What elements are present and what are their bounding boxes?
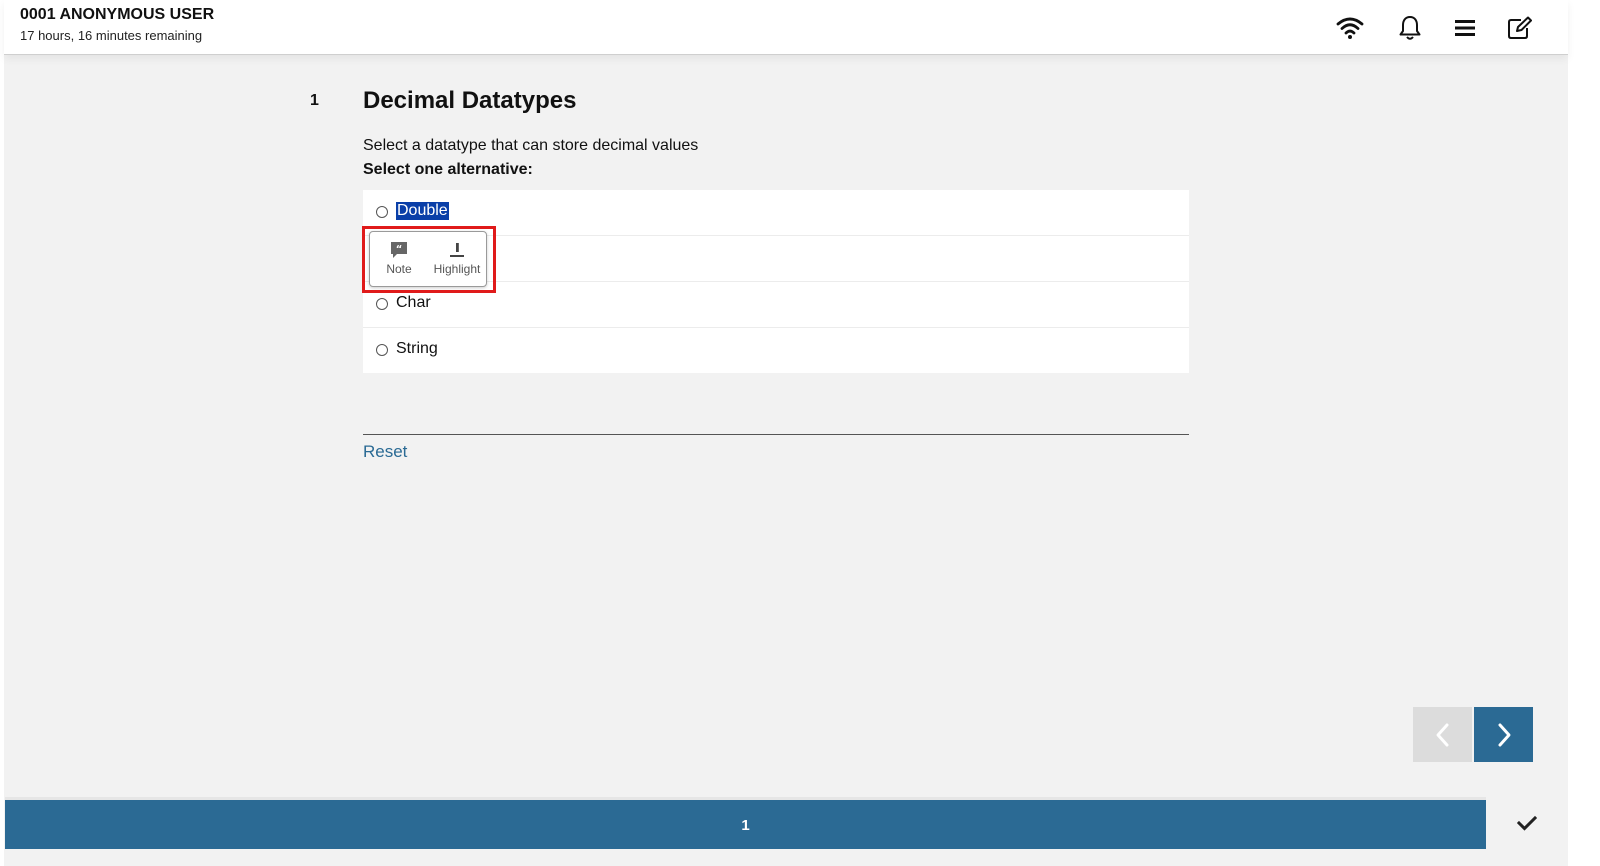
page-background [4, 0, 1568, 866]
question-navigator: 1 [5, 797, 1486, 849]
option-label: Double [396, 202, 449, 220]
question-number: 1 [310, 92, 319, 109]
edit-icon[interactable] [1504, 12, 1536, 44]
page-number-1[interactable]: 1 [5, 817, 1486, 834]
question-text: Select a datatype that can store decimal… [363, 137, 699, 154]
top-header: 0001 ANONYMOUS USER 17 hours, 16 minutes… [4, 0, 1568, 55]
option-string[interactable]: String [363, 328, 1189, 374]
radio-button[interactable] [376, 298, 388, 310]
previous-button[interactable] [1413, 707, 1472, 762]
popup-highlight-frame [362, 226, 496, 293]
next-button[interactable] [1474, 707, 1533, 762]
question-instruction: Select one alternative: [363, 161, 533, 178]
chevron-left-icon [1436, 723, 1448, 746]
chevron-right-icon [1498, 723, 1510, 746]
reset-link[interactable]: Reset [363, 442, 407, 462]
submit-button[interactable] [1486, 797, 1568, 849]
divider [363, 434, 1189, 435]
option-label: String [396, 340, 438, 357]
bell-icon[interactable] [1394, 12, 1426, 44]
user-name: 0001 ANONYMOUS USER [20, 6, 215, 23]
wifi-icon[interactable] [1334, 12, 1366, 44]
question-title: Decimal Datatypes [363, 87, 577, 114]
time-remaining: 17 hours, 16 minutes remaining [20, 28, 203, 43]
radio-button[interactable] [376, 344, 388, 356]
option-label: Char [396, 294, 431, 311]
menu-icon[interactable] [1449, 12, 1481, 44]
checkmark-icon [1517, 815, 1537, 831]
radio-button[interactable] [376, 206, 388, 218]
